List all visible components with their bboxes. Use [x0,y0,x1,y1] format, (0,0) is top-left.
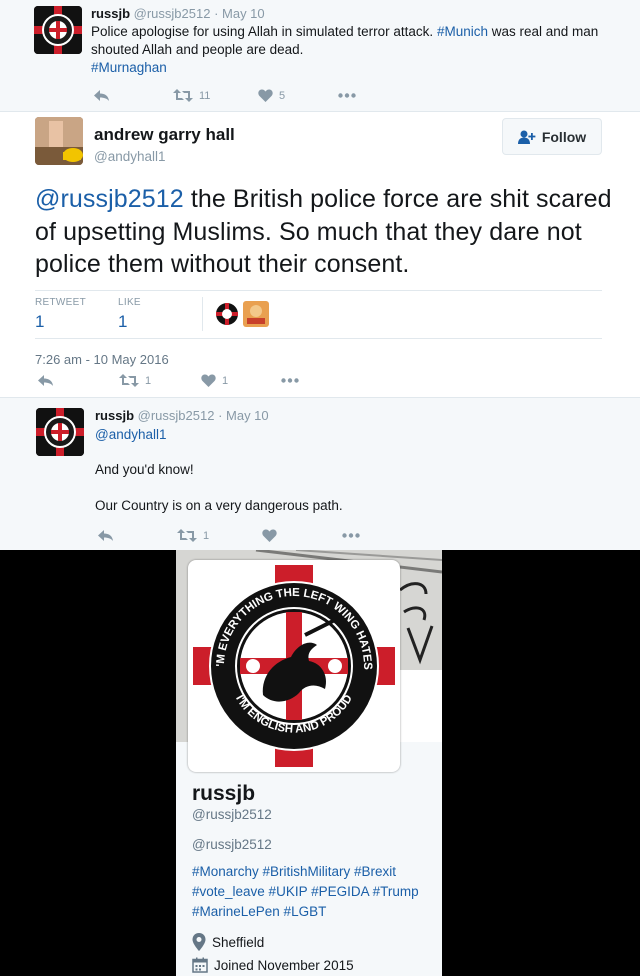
profile-handle[interactable]: @russjb2512 [192,807,272,822]
mention-russjb[interactable]: @russjb2512 [35,185,184,213]
profile-handle-repeat: @russjb2512 [192,837,272,852]
heart-icon [258,89,273,102]
cross-badge-icon [36,408,84,456]
more-button[interactable] [338,93,356,98]
retweet-count: 1 [203,529,210,542]
profile-location: Sheffield [192,933,264,951]
follow-label: Follow [541,128,587,145]
profile-bio: #Monarchy #BritishMilitary #Brexit #vote… [192,862,442,922]
photo-avatar-icon [35,117,83,165]
retweet-icon [173,89,193,102]
reply-line-2: Our Country is on a very dangerous path. [95,498,343,513]
tweet-header: russjb @russjb2512 · May 10 [95,408,269,423]
like-stat-count[interactable]: 1 [118,312,127,332]
mention-andyhall[interactable]: @andyhall1 [95,426,167,444]
reply-icon [98,530,113,541]
location-pin-icon [192,933,206,951]
profile-joined: Joined November 2015 [192,957,354,973]
stats-divider-bottom [35,338,602,339]
tweet-russjb-1[interactable]: russjb @russjb2512 · May 10 Police apolo… [0,0,640,112]
english-cross-badge-icon: I'M EVERYTHING THE LEFT WING HATES I'M E… [193,565,395,767]
calendar-icon [192,957,208,973]
retweet-icon [119,374,139,387]
russjb-avatar[interactable] [34,6,82,54]
author-handle[interactable]: @russjb2512 [138,408,215,423]
like-button[interactable] [262,529,342,542]
follow-button[interactable]: Follow [502,118,602,155]
tweet-actions: 1 1 [37,374,299,387]
reply-button[interactable] [97,529,177,542]
retweet-count: 1 [145,374,152,387]
author-handle[interactable]: @andyhall1 [94,149,166,164]
tweet-header: russjb @russjb2512 · May 10 [91,6,265,21]
bio-hashtags-line[interactable]: #Monarchy #BritishMilitary #Brexit [192,862,442,882]
stats-separator [202,297,203,331]
follow-person-icon [517,130,536,144]
cross-badge-icon [34,6,82,54]
andyhall-avatar[interactable] [35,117,83,165]
bio-hashtags-line[interactable]: #vote_leave #UKIP #PEGIDA #Trump [192,882,442,902]
joined-text: Joined November 2015 [214,957,354,973]
reply-button[interactable] [93,89,173,102]
liker-avatar-2[interactable] [243,301,269,327]
reply-line-1: And you'd know! [95,462,194,477]
bio-hashtags-line[interactable]: #MarineLePen #LGBT [192,902,442,922]
retweet-button[interactable]: 11 [173,89,258,102]
tweet-date[interactable]: · May 10 [214,6,265,21]
hashtag-murnaghan[interactable]: #Murnaghan [91,60,167,75]
retweet-button[interactable]: 1 [119,374,201,387]
tweet-actions: 11 5 [93,89,356,102]
author-name[interactable]: russjb [91,6,130,21]
retweet-stat-label: RETWEET [35,297,86,308]
more-icon [338,93,356,98]
author-name[interactable]: andrew garry hall [94,125,235,145]
reply-icon [38,375,53,386]
liker-avatar-1[interactable] [214,301,240,327]
retweet-button[interactable]: 1 [177,529,262,542]
photo-avatar-icon [243,301,269,327]
cross-badge-icon [214,301,240,327]
stats-divider-top [35,290,602,291]
like-button[interactable]: 1 [201,374,281,387]
tweet-text-part: Police apologise for using Allah in simu… [91,24,437,39]
hashtag-munich[interactable]: #Munich [437,24,488,39]
reply-button[interactable] [37,374,119,387]
retweet-count: 11 [199,89,211,102]
more-button[interactable] [342,533,360,538]
more-icon [281,378,299,383]
heart-icon [201,374,216,387]
tweet-actions: 1 [97,529,360,542]
like-count: 1 [222,374,229,387]
like-stat-label: LIKE [118,297,141,308]
more-button[interactable] [281,378,299,383]
profile-avatar[interactable]: I'M EVERYTHING THE LEFT WING HATES I'M E… [188,560,400,772]
author-name[interactable]: russjb [95,408,134,423]
author-handle[interactable]: @russjb2512 [134,6,211,21]
more-icon [342,533,360,538]
reply-icon [94,90,109,101]
tweet-date[interactable]: · May 10 [218,408,269,423]
retweet-stat-count[interactable]: 1 [35,312,44,332]
profile-name[interactable]: russjb [192,782,255,806]
tweet-timestamp[interactable]: 7:26 am - 10 May 2016 [35,352,169,367]
retweet-icon [177,529,197,542]
tweet-text: @russjb2512 the British police force are… [35,183,615,281]
like-button[interactable]: 5 [258,89,338,102]
heart-icon [262,529,277,542]
russjb-avatar[interactable] [36,408,84,456]
like-count: 5 [279,89,286,102]
tweet-text: Police apologise for using Allah in simu… [91,23,611,77]
location-text: Sheffield [212,934,265,950]
